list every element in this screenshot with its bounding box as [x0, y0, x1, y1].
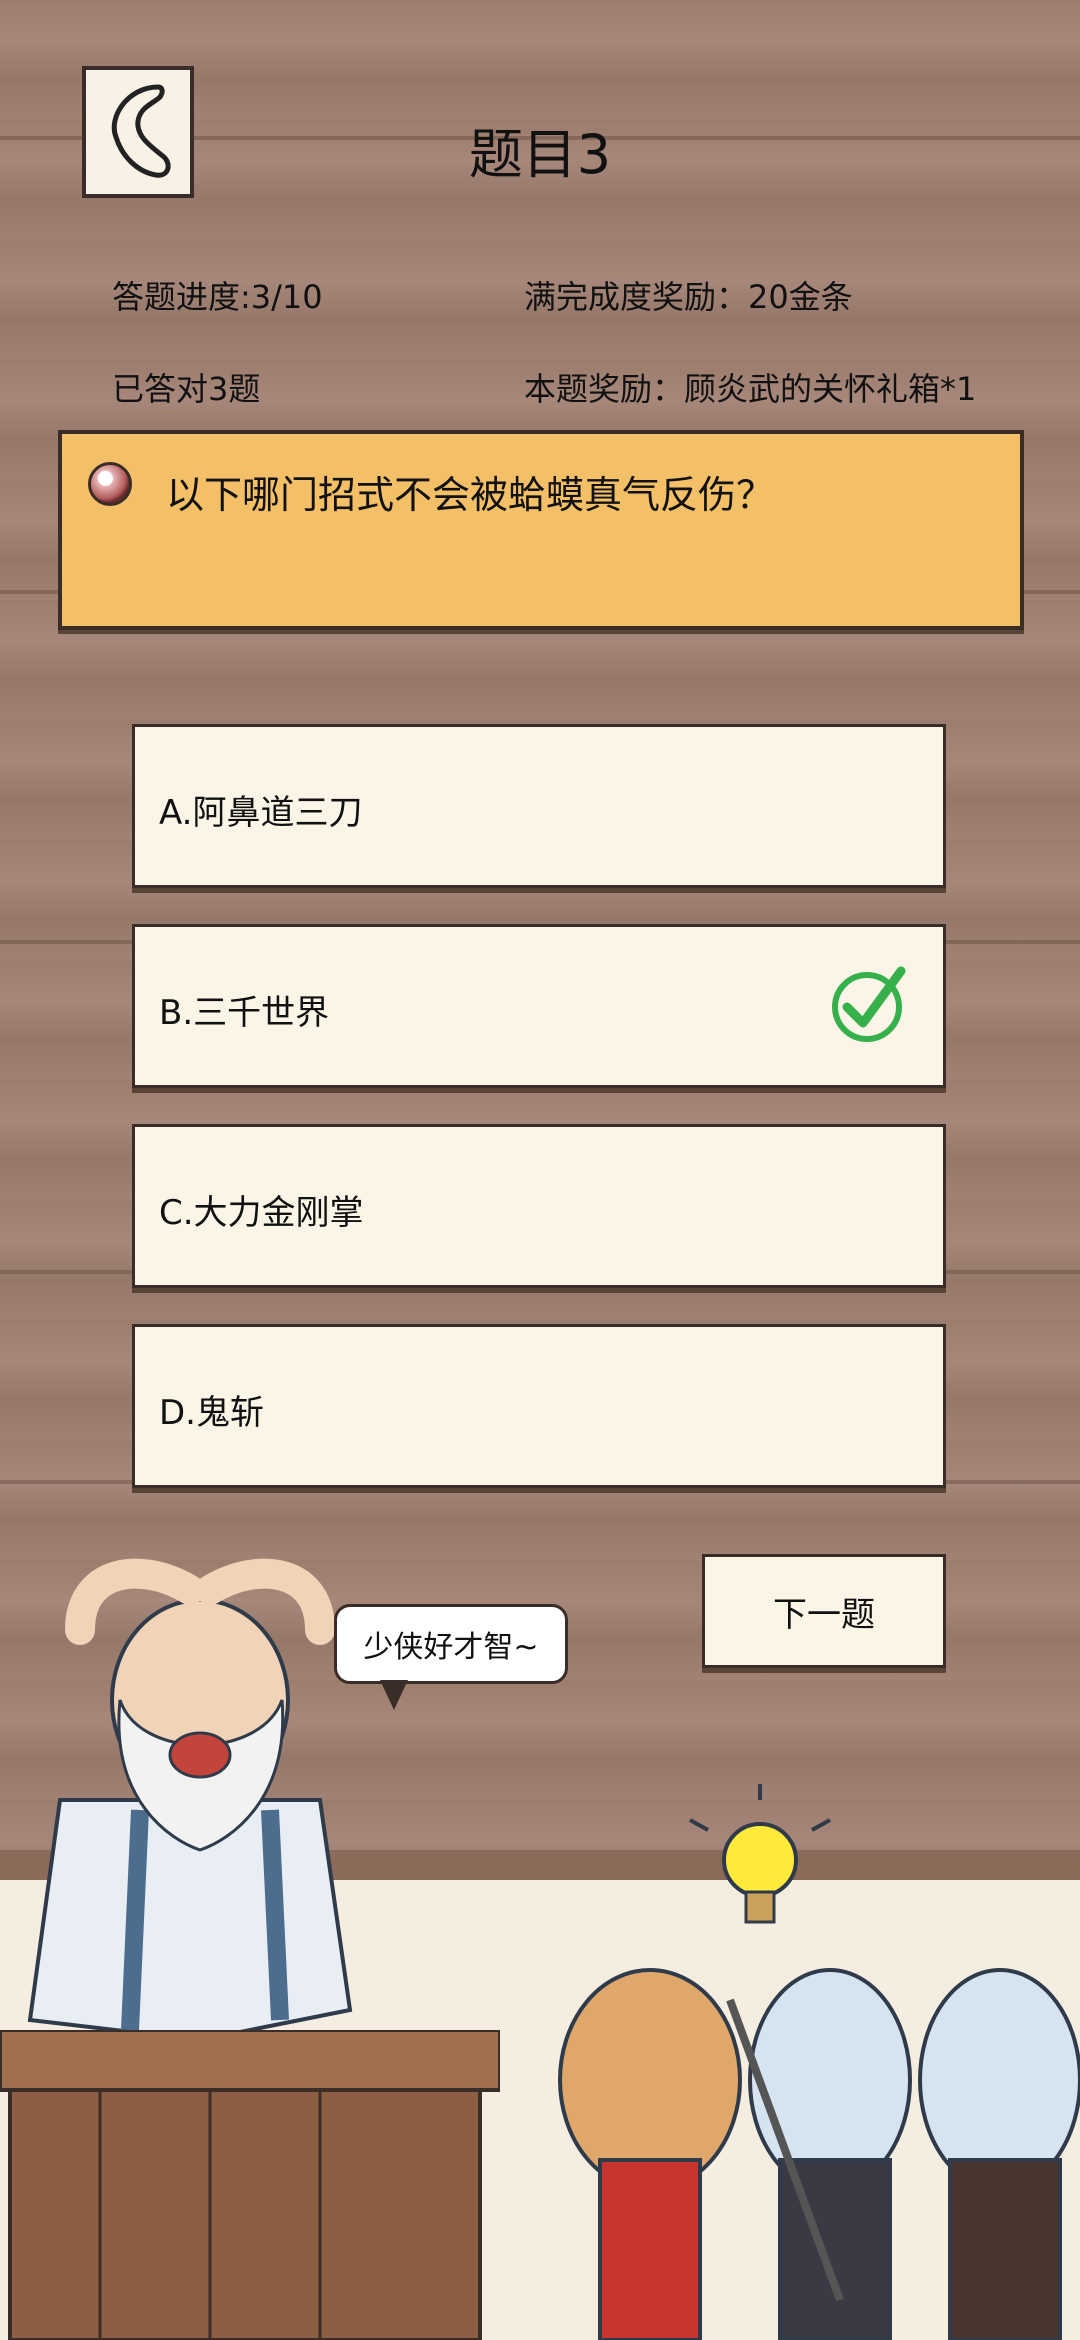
option-d[interactable]: D.鬼斩 — [132, 1324, 946, 1488]
question-banner: 以下哪门招式不会被蛤蟆真气反伤？ — [58, 430, 1024, 630]
question-bullet-icon — [88, 462, 132, 506]
page-title: 题目3 — [468, 123, 612, 186]
full-completion-reward: 满完成度奖励：20金条 — [524, 278, 853, 316]
option-c[interactable]: C.大力金刚掌 — [132, 1124, 946, 1288]
check-icon — [832, 966, 906, 1042]
correct-count: 已答对3题 — [112, 370, 261, 408]
answer-progress: 答题进度:3/10 — [112, 278, 323, 316]
wooden-desk-illustration — [0, 2030, 500, 2340]
elder-character-illustration — [27, 1558, 353, 2043]
option-label: A.阿鼻道三刀 — [159, 793, 363, 833]
lightbulb-icon — [689, 1784, 831, 1924]
speech-bubble: 少侠好才智~ — [334, 1604, 568, 1684]
player-characters-illustration — [558, 1784, 1080, 2340]
speech-bubble-tail — [380, 1680, 408, 1710]
option-b[interactable]: B.三千世界 — [132, 924, 946, 1088]
question-text: 以下哪门招式不会被蛤蟆真气反伤？ — [166, 473, 775, 517]
option-a[interactable]: A.阿鼻道三刀 — [132, 724, 946, 888]
question-reward: 本题奖励：顾炎武的关怀礼箱*1 — [524, 370, 977, 408]
next-question-button[interactable]: 下一题 — [702, 1554, 946, 1668]
option-label: D.鬼斩 — [159, 1393, 264, 1433]
option-label: B.三千世界 — [159, 993, 330, 1033]
option-label: C.大力金刚掌 — [159, 1193, 364, 1233]
